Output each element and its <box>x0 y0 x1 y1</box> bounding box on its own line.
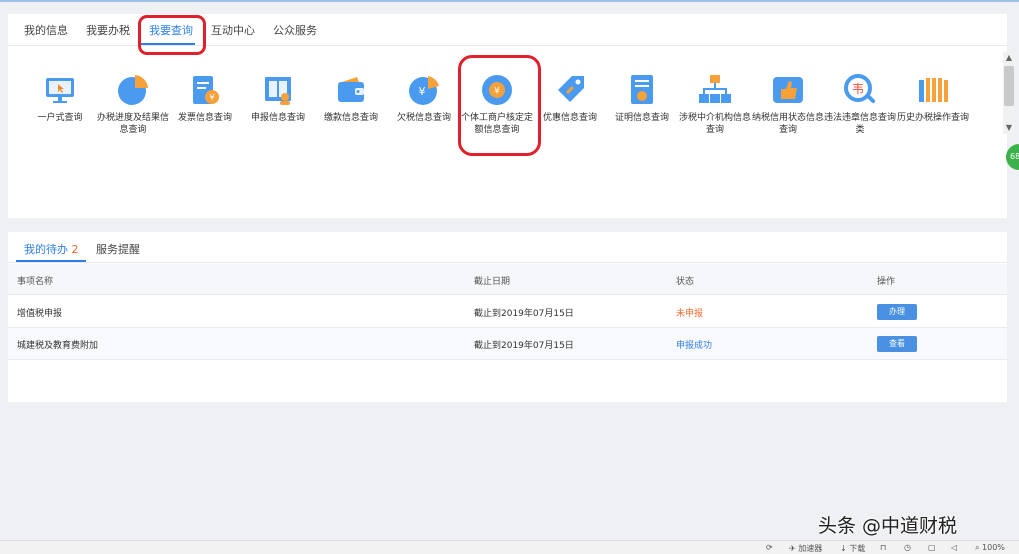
volume-icon[interactable]: ◁ <box>951 543 957 552</box>
query-item-household[interactable]: 一户式查询 <box>24 72 96 124</box>
tab-service-reminder[interactable]: 服务提醒 <box>96 241 140 257</box>
declaration-icon <box>265 77 291 105</box>
scroll-up-icon[interactable]: ▲ <box>1003 52 1015 64</box>
window-icon[interactable]: ▢ <box>928 543 936 552</box>
tab-tax-handling[interactable]: 我要办税 <box>86 22 130 38</box>
main-tabs: 我的信息 我要办税 我要查询 互动中心 公众服务 <box>8 14 1007 46</box>
svg-text:¥: ¥ <box>419 85 426 98</box>
pie-chart-icon <box>118 75 148 105</box>
handle-button[interactable]: 办理 <box>877 304 917 320</box>
tab-my-todo[interactable]: 我的待办 2 <box>24 241 79 257</box>
col-action: 操作 <box>877 277 896 287</box>
query-item-history[interactable]: 历史办税操作查询 <box>897 72 969 124</box>
query-item-label: 违法违章信息查询类 <box>824 113 896 135</box>
row-deadline: 截止到2019年07月15日 <box>474 341 574 351</box>
rocket-icon: ✈ <box>789 544 796 553</box>
table-row: 城建税及教育费附加 截止到2019年07月15日 申报成功 查看 <box>8 328 1007 360</box>
query-panel: 我的信息 我要办税 我要查询 互动中心 公众服务 一户式查询 办税进度及结果信息… <box>8 14 1007 218</box>
col-deadline: 截止日期 <box>474 277 511 287</box>
yen-pie-icon: ¥ <box>409 76 439 105</box>
browser-status-bar: ⟳ ✈ 加速器 ↓ 下载 ⊓ ◷ ▢ ◁ ⌕ 100% <box>0 540 1019 554</box>
svg-text:¥: ¥ <box>209 93 214 102</box>
query-item-certificate[interactable]: 证明信息查询 <box>606 72 678 124</box>
coin-circle-icon: ¥ <box>482 75 512 105</box>
watermark-text: 头条 @中道财税 <box>818 515 958 537</box>
query-item-label: 办税进度及结果信息查询 <box>97 113 169 135</box>
todo-count: 2 <box>71 243 79 256</box>
zoom-control[interactable]: ⌕ 100% <box>975 543 1005 553</box>
tab-my-info[interactable]: 我的信息 <box>24 22 68 38</box>
query-item-label: 申报信息查询 <box>250 113 305 123</box>
zoom-level: 100% <box>982 543 1005 552</box>
side-floating-badge[interactable]: 68 <box>1006 144 1019 170</box>
row-status: 未申报 <box>676 309 704 319</box>
query-item-arrears[interactable]: ¥ 欠税信息查询 <box>388 72 460 124</box>
query-item-payment[interactable]: 缴款信息查询 <box>315 72 387 124</box>
certificate-icon <box>631 75 653 104</box>
query-item-tax-agency[interactable]: 涉税中介机构信息查询 <box>679 72 751 136</box>
col-status: 状态 <box>676 277 695 287</box>
invoice-icon: ¥ <box>193 76 219 104</box>
active-todo-tab-indicator <box>16 260 86 262</box>
zoom-icon: ⌕ <box>975 543 980 552</box>
history-icon[interactable]: ◷ <box>904 543 911 552</box>
svg-text:韦: 韦 <box>852 82 864 96</box>
query-item-label: 优惠信息查询 <box>542 113 597 123</box>
query-item-individual-business-quota[interactable]: ¥ 个体工商户核定定额信息查询 <box>461 72 533 136</box>
accelerator-label: 加速器 <box>798 544 823 553</box>
tag-icon <box>558 76 584 102</box>
query-item-label: 欠税信息查询 <box>396 113 451 123</box>
icon-grid-scrollbar[interactable]: ▲ ▼ <box>1003 52 1015 134</box>
query-item-label: 个体工商户核定定额信息查询 <box>461 113 533 135</box>
violation-search-icon: 韦 <box>844 74 876 104</box>
query-item-label: 纳税信用状态信息查询 <box>752 113 824 135</box>
todo-table-header: 事项名称 截止日期 状态 操作 <box>8 264 1007 295</box>
history-bars-icon <box>919 78 948 102</box>
query-item-progress[interactable]: 办税进度及结果信息查询 <box>97 72 169 136</box>
tab-public-service[interactable]: 公众服务 <box>273 22 317 38</box>
todo-panel: 我的待办 2 服务提醒 事项名称 截止日期 状态 操作 增值税申报 截止到201… <box>8 232 1007 402</box>
row-item-name: 城建税及教育费附加 <box>17 341 99 351</box>
download-icon: ↓ <box>840 544 847 553</box>
org-chart-icon <box>699 75 731 103</box>
query-item-invoice[interactable]: ¥ 发票信息查询 <box>169 72 241 124</box>
thumbs-up-icon <box>773 77 803 103</box>
view-button[interactable]: 查看 <box>877 336 917 352</box>
screenshot-icon[interactable]: ⊓ <box>880 543 886 552</box>
scroll-down-icon[interactable]: ▼ <box>1003 122 1015 134</box>
query-item-label: 一户式查询 <box>37 113 83 123</box>
scrollbar-thumb[interactable] <box>1004 66 1014 106</box>
table-row: 增值税申报 截止到2019年07月15日 未申报 办理 <box>8 296 1007 328</box>
svg-text:¥: ¥ <box>494 87 500 97</box>
monitor-icon <box>46 78 74 103</box>
query-item-label: 缴款信息查询 <box>323 113 378 123</box>
col-item-name: 事项名称 <box>17 277 54 287</box>
query-item-label: 发票信息查询 <box>177 113 232 123</box>
query-item-label: 历史办税操作查询 <box>897 113 969 123</box>
row-deadline: 截止到2019年07月15日 <box>474 309 574 319</box>
todo-tabs: 我的待办 2 服务提醒 <box>8 232 1007 263</box>
query-item-declaration[interactable]: 申报信息查询 <box>242 72 314 124</box>
wallet-icon <box>338 77 364 102</box>
refresh-icon[interactable]: ⟳ <box>766 543 773 552</box>
accelerator-button[interactable]: ✈ 加速器 <box>789 543 822 554</box>
top-border <box>0 0 1019 2</box>
query-item-label: 证明信息查询 <box>614 113 669 123</box>
query-item-violation[interactable]: 韦 违法违章信息查询类 <box>824 72 896 136</box>
query-item-preferential[interactable]: 优惠信息查询 <box>534 72 606 124</box>
query-item-credit-status[interactable]: 纳税信用状态信息查询 <box>752 72 824 136</box>
tab-interaction-center[interactable]: 互动中心 <box>211 22 255 38</box>
download-label: 下载 <box>849 544 866 553</box>
row-item-name: 增值税申报 <box>17 309 63 319</box>
tab-query[interactable]: 我要查询 <box>149 22 193 38</box>
download-button[interactable]: ↓ 下载 <box>840 543 865 554</box>
query-icon-grid: 一户式查询 办税进度及结果信息查询 ¥ 发票信息查询 申报信息查询 缴款信息查询… <box>8 72 1007 162</box>
query-item-label: 涉税中介机构信息查询 <box>679 113 751 135</box>
todo-tab-label: 我的待办 <box>24 243 68 256</box>
row-status: 申报成功 <box>676 341 713 351</box>
active-tab-indicator <box>141 43 195 45</box>
